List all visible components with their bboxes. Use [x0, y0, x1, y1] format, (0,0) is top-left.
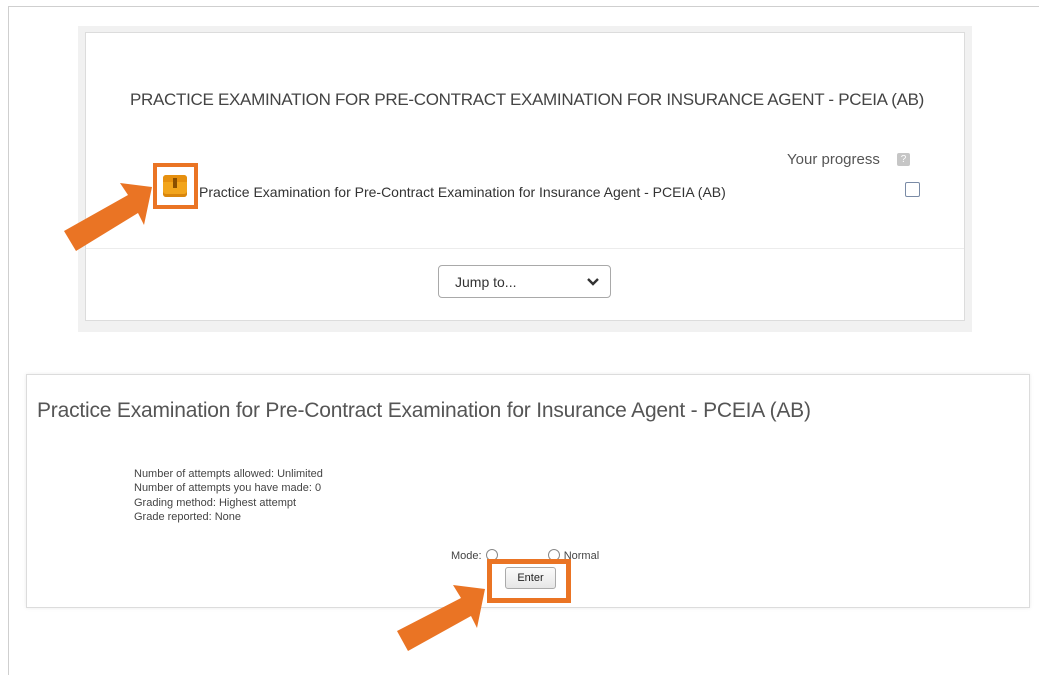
attempts-made: Number of attempts you have made: 0 — [134, 482, 322, 494]
enter-button[interactable]: Enter — [505, 567, 556, 589]
completion-checkbox[interactable] — [905, 182, 920, 197]
pointer-arrow-icon — [397, 585, 485, 651]
frame-border-left — [8, 6, 9, 675]
attempts-allowed: Number of attempts allowed: Unlimited — [134, 468, 323, 480]
grade-reported: Grade reported: None — [134, 511, 242, 523]
quiz-title: Practice Examination for Pre-Contract Ex… — [37, 399, 811, 422]
quiz-activity-link[interactable]: Practice Examination for Pre-Contract Ex… — [199, 184, 726, 200]
mode-label: Mode: — [451, 550, 482, 562]
jump-to-label: Jump to... — [455, 274, 517, 290]
quiz-icon[interactable] — [163, 175, 187, 197]
pointer-arrow-icon — [64, 183, 152, 251]
section-divider — [86, 248, 964, 249]
course-section-title: PRACTICE EXAMINATION FOR PRE-CONTRACT EX… — [130, 90, 925, 109]
jump-to-select[interactable]: Jump to... — [438, 265, 611, 298]
frame-border-top — [8, 6, 1039, 7]
your-progress-label: Your progress — [787, 151, 880, 168]
grading-method: Grading method: Highest attempt — [134, 497, 297, 509]
chevron-down-icon — [587, 278, 599, 286]
help-icon[interactable]: ? — [897, 153, 910, 166]
